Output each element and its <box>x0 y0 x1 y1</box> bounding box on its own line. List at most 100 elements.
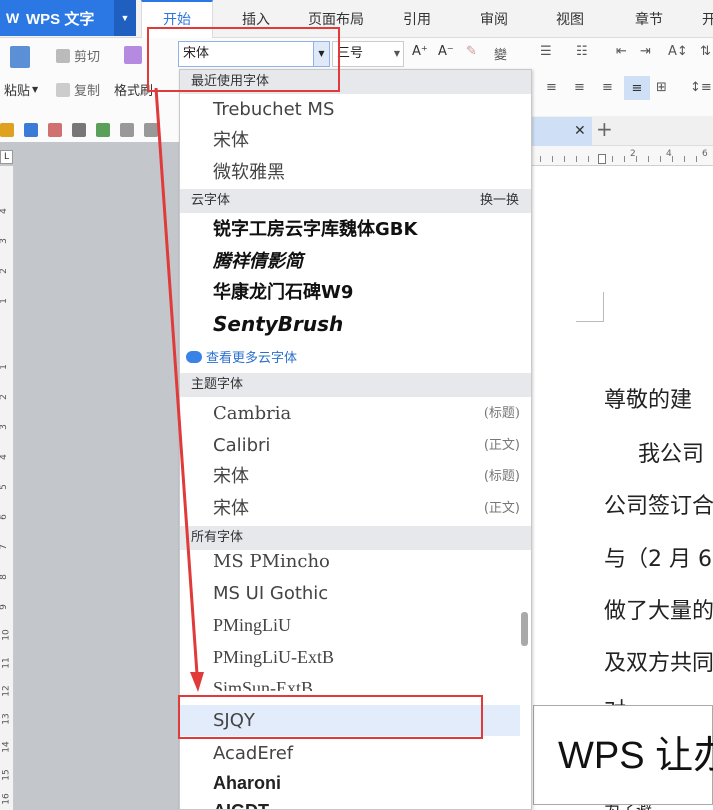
cut-button[interactable]: 剪切 <box>56 46 100 65</box>
font-option[interactable]: AIGDT <box>180 796 520 809</box>
cloud-fonts-header: 云字体 换一换 <box>180 189 531 213</box>
font-option[interactable]: Cambria (标题) <box>180 398 520 429</box>
justify-icon[interactable]: ≡ <box>624 76 650 100</box>
decrease-indent-icon[interactable]: ⇤ <box>616 44 627 59</box>
numbering-icon[interactable]: ☷ <box>576 44 588 59</box>
shrink-font-icon[interactable]: A⁻ <box>438 44 454 59</box>
cloud-icon <box>186 350 202 363</box>
more-cloud-label: 查看更多云字体 <box>206 351 298 366</box>
tab-section[interactable]: 章节 <box>623 0 675 38</box>
chevron-down-icon: ▼ <box>32 85 39 94</box>
font-option-tag: (标题) <box>483 406 520 421</box>
cloud-switch-link[interactable]: 换一换 <box>480 189 519 213</box>
section-title: 主题字体 <box>191 377 244 392</box>
font-option[interactable]: Calibri (正文) <box>180 430 520 461</box>
document-line: 公司签订合 <box>604 494 713 519</box>
font-option-name: Cambria <box>213 403 292 424</box>
font-option[interactable]: Trebuchet MS <box>180 94 520 125</box>
font-option[interactable]: 华康龙门石碑W9 <box>180 277 520 308</box>
align-left-icon[interactable]: ≡ <box>546 80 557 95</box>
open-icon[interactable] <box>0 123 14 137</box>
ruler-number: 6 <box>0 514 9 520</box>
align-right-icon[interactable]: ≡ <box>602 80 613 95</box>
redo-icon[interactable] <box>144 123 158 137</box>
chevron-down-icon[interactable]: ▼ <box>394 42 400 66</box>
vertical-ruler[interactable]: 4 3 2 1 1 2 3 4 5 6 7 8 9 10 11 12 13 14… <box>0 166 14 810</box>
copy-button[interactable]: 复制 <box>56 80 100 99</box>
close-icon[interactable]: ✕ <box>574 123 586 139</box>
horizontal-ruler[interactable]: 2 4 6 <box>530 146 713 166</box>
new-tab-icon[interactable]: + <box>596 117 613 141</box>
sort-icon[interactable]: ⇅ <box>700 44 711 59</box>
ruler-number: 4 <box>0 454 9 460</box>
font-option[interactable]: 微软雅黑 <box>180 157 520 188</box>
print-preview-icon[interactable] <box>96 123 110 137</box>
tab-review[interactable]: 审阅 <box>468 0 520 38</box>
tab-references[interactable]: 引用 <box>391 0 443 38</box>
app-menu-button[interactable]: W WPS 文字 ▼ <box>0 0 136 36</box>
paste-button[interactable]: 粘贴 ▼ <box>4 80 38 99</box>
chevron-down-icon[interactable]: ▼ <box>114 0 136 36</box>
font-option[interactable]: 腾祥倩影简 <box>180 246 520 277</box>
font-option[interactable]: 宋体 (标题) <box>180 461 520 492</box>
font-option[interactable]: SimSun-ExtB <box>180 673 520 691</box>
font-option-name: 宋体 <box>213 466 249 487</box>
indent-marker[interactable] <box>598 154 606 164</box>
line-spacing-icon[interactable]: ↕≡ <box>690 80 712 95</box>
font-option-name: 宋体 <box>213 498 249 519</box>
font-option[interactable]: PMingLiU-ExtB <box>180 642 520 673</box>
align-center-icon[interactable]: ≡ <box>574 80 585 95</box>
print-icon[interactable] <box>72 123 86 137</box>
font-option[interactable]: SentyBrush <box>180 309 520 340</box>
tab-more[interactable]: 开 <box>694 0 713 38</box>
document-line: 与（2 月 6 <box>604 547 712 572</box>
ruler-number: 11 <box>1 657 12 669</box>
section-title: 所有字体 <box>191 530 244 545</box>
tab-view[interactable]: 视图 <box>544 0 596 38</box>
font-option[interactable]: MS UI Gothic <box>180 578 520 609</box>
annotation-box-sjqy <box>178 695 483 739</box>
clear-format-icon[interactable]: ✎ <box>466 44 477 59</box>
ruler-number: 15 <box>1 769 12 781</box>
wps-popup: WPS 让办 <box>533 705 713 805</box>
ruler-number: 12 <box>1 685 12 697</box>
ruler-number: 9 <box>0 604 9 610</box>
format-painter-icon[interactable] <box>124 46 146 64</box>
grow-font-icon[interactable]: A⁺ <box>412 44 428 59</box>
undo-icon[interactable] <box>120 123 134 137</box>
bullets-icon[interactable]: ☰ <box>540 44 552 59</box>
app-title: WPS 文字 <box>26 10 95 28</box>
ruler-number: 2 <box>0 268 9 274</box>
ruler-corner[interactable]: L <box>0 150 13 164</box>
save-icon[interactable] <box>24 123 38 137</box>
document-line: 我公司 <box>638 442 705 467</box>
phonetic-guide-icon[interactable]: 變 <box>494 44 507 63</box>
paste-icon[interactable] <box>10 46 34 68</box>
text-direction-icon[interactable]: A↕ <box>668 44 688 59</box>
annotation-box-font-name <box>147 27 340 92</box>
distributed-icon[interactable]: ⊞ <box>656 80 667 95</box>
scrollbar-track[interactable] <box>520 550 530 809</box>
font-option[interactable]: MS PMincho <box>180 546 520 577</box>
ruler-number: 2 <box>0 394 9 400</box>
document-line: 及双方共同 <box>604 651 713 676</box>
ruler-number: 2 <box>630 149 636 159</box>
font-option[interactable]: PMingLiU <box>180 610 520 641</box>
font-option-tag: (标题) <box>483 469 520 484</box>
font-size-input[interactable]: 三号 ▼ <box>332 41 404 67</box>
increase-indent-icon[interactable]: ⇥ <box>640 44 651 59</box>
ruler-number: 14 <box>1 741 12 753</box>
scrollbar-thumb[interactable] <box>521 612 528 646</box>
font-option[interactable]: 宋体 (正文) <box>180 493 520 524</box>
font-option[interactable]: 宋体 <box>180 125 520 156</box>
ruler-number: 10 <box>1 629 12 641</box>
font-option[interactable]: 锐字工房云字库魏体GBK <box>180 214 520 245</box>
font-option[interactable]: AcadEref <box>180 738 520 769</box>
font-size-value: 三号 <box>337 46 364 61</box>
ruler-number: 3 <box>0 238 9 244</box>
document-line: 尊敬的建 <box>604 388 693 413</box>
document-tab[interactable]: ✕ <box>530 117 592 147</box>
output-pdf-icon[interactable] <box>48 123 62 137</box>
more-cloud-fonts-link[interactable]: 查看更多云字体 <box>186 347 297 366</box>
font-option[interactable]: Aharoni <box>180 768 520 799</box>
